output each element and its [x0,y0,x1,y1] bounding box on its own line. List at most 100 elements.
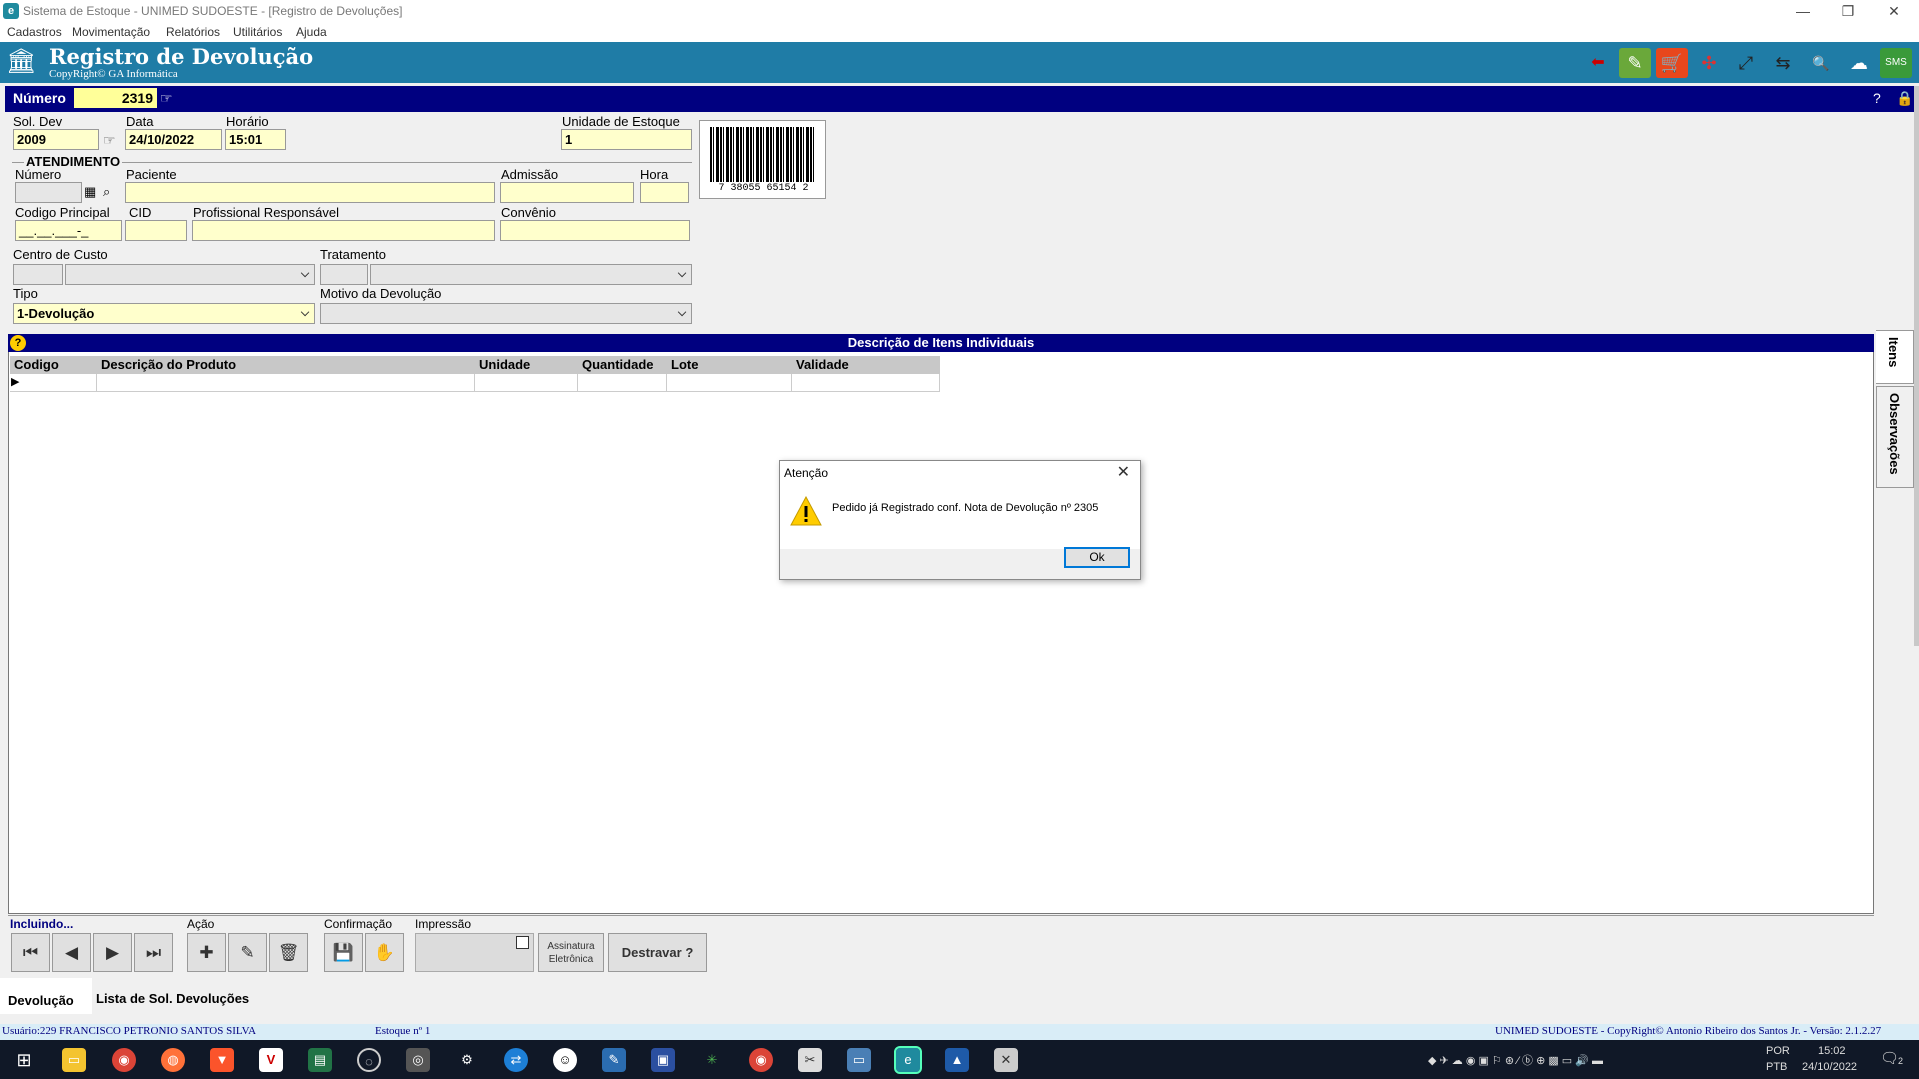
utility-icon[interactable]: ✕ [994,1048,1018,1072]
table-cell[interactable] [792,374,940,392]
cloud-icon[interactable]: ☁ [1843,48,1875,78]
brave-icon[interactable]: ▼ [210,1048,234,1072]
cid-field[interactable] [125,220,187,241]
menu-relatorios[interactable]: Relatórios [166,25,220,39]
chevron-down-icon[interactable]: ⌵ [297,266,313,283]
tipo-select[interactable]: 1-Devolução ⌵ [13,303,315,324]
edit-pencil-icon[interactable]: ✎ [228,933,267,972]
notes-icon[interactable]: ✎ [602,1048,626,1072]
table-cell[interactable] [667,374,792,392]
data-field[interactable]: 24/10/2022 [125,129,222,150]
app-face-icon[interactable]: ☺ [553,1048,577,1072]
convenio-field[interactable] [500,220,690,241]
stop-hand-icon[interactable]: ✋ [365,933,404,972]
search-person-icon[interactable]: ⌕ [103,184,110,200]
centro-custo-select[interactable]: ⌵ [65,264,315,285]
spreadsheet-icon[interactable]: ▤ [308,1048,332,1072]
menu-cadastros[interactable]: Cadastros [7,25,62,39]
tratamento-select[interactable]: ⌵ [370,264,692,285]
table-row[interactable]: ▶ [10,374,97,392]
expand-icon[interactable]: ⤢ [1730,48,1762,78]
restore-button[interactable]: ❐ [1828,0,1868,22]
chrome-profile-icon[interactable]: ◉ [749,1048,773,1072]
codigo-principal-field[interactable]: __.__.___-_ [15,220,122,241]
tab-devolucao[interactable]: Devolução [8,993,74,1008]
scrollbar[interactable] [1914,86,1919,646]
table-cell[interactable] [97,374,475,392]
close-button[interactable]: ✕ [1874,0,1914,22]
print-checkbox[interactable] [516,936,529,949]
lock-icon[interactable]: 🔒 [1896,90,1913,107]
network-tool-icon[interactable]: ⚙ [455,1048,479,1072]
first-record-icon[interactable]: ⏮ [11,933,50,972]
save-disk-icon[interactable]: 💾 [324,933,363,972]
lang-2[interactable]: PTB [1766,1061,1787,1073]
chevron-down-icon[interactable]: ⌵ [297,305,313,322]
pointing-hand-icon[interactable]: ☞ [160,90,173,107]
help-icon[interactable]: ? [10,335,26,351]
obs-icon[interactable]: ◌ [357,1048,381,1072]
centro-custo-code-field[interactable] [13,264,63,285]
menu-movimentacao[interactable]: Movimentação [72,25,150,39]
help-icon[interactable]: ? [1873,90,1881,106]
network-icon[interactable]: ✣ [1693,48,1725,78]
handshake-icon[interactable]: ⇆ [1767,48,1799,78]
menu-utilitarios[interactable]: Utilitários [233,25,282,39]
sol-dev-field[interactable]: 2009 [13,129,99,150]
ok-button[interactable]: Ok [1064,547,1130,568]
estoque-app-icon[interactable]: e [894,1046,922,1074]
last-record-icon[interactable]: ⏭ [134,933,173,972]
windows-start-icon[interactable]: ⊞ [12,1048,36,1072]
calendar-icon[interactable]: ▦ [84,184,96,200]
pointing-hand-icon[interactable]: ☞ [103,132,116,149]
tools-icon[interactable]: ✂ [798,1048,822,1072]
unidade-estoque-field[interactable]: 1 [561,129,692,150]
notification-icon[interactable]: 🗨 [1880,1049,1899,1067]
col-header-descricao[interactable]: Descrição do Produto [97,356,475,374]
monitor-icon[interactable]: ▭ [847,1048,871,1072]
cart-icon[interactable]: 🛒 [1656,48,1688,78]
add-record-icon[interactable]: ✚ [187,933,226,972]
items-grid[interactable] [8,334,1874,914]
col-header-unidade[interactable]: Unidade [475,356,578,374]
hora-field[interactable] [640,182,689,203]
firefox-icon[interactable]: ◍ [161,1048,185,1072]
clock-time[interactable]: 15:02 [1818,1045,1846,1057]
previous-record-icon[interactable]: ◀ [52,933,91,972]
teamviewer-icon[interactable]: ⇄ [504,1048,528,1072]
numero-field[interactable]: 2319 [74,88,157,108]
col-header-codigo[interactable]: Codigo [10,356,97,374]
col-header-validade[interactable]: Validade [792,356,940,374]
sms-icon[interactable]: SMS [1880,48,1912,78]
app-vc-icon[interactable]: V [259,1048,283,1072]
file-explorer-icon[interactable]: ▭ [62,1048,86,1072]
image-app-icon[interactable]: ▲ [945,1048,969,1072]
tray-icons[interactable]: ◆ ✈ ☁ ◉ ▣ ⚐ ⊛ ⁄ ⓑ ⊕ ▩ ▭ 🔊 ▬ [1428,1052,1603,1068]
close-icon[interactable]: ✕ [1117,462,1130,482]
app-blue-icon[interactable]: ▣ [651,1048,675,1072]
tab-lista-devolucoes[interactable]: Lista de Sol. Devoluções [96,991,249,1006]
horario-field[interactable]: 15:01 [225,129,286,150]
assinatura-eletronica-button[interactable]: Assinatura Eletrônica [538,933,604,972]
tab-observacoes[interactable]: Observações [1876,386,1914,488]
table-cell[interactable] [475,374,578,392]
destravar-button[interactable]: Destravar ? [608,933,707,972]
minimize-button[interactable]: — [1783,0,1823,22]
admissao-field[interactable] [500,182,634,203]
back-arrow-icon[interactable]: ⬅ [1582,48,1614,78]
document-check-icon[interactable]: ✎ [1619,48,1651,78]
search-icon[interactable]: 🔍 [1805,48,1837,78]
motivo-select[interactable]: ⌵ [320,303,692,324]
tratamento-code-field[interactable] [320,264,368,285]
col-header-quantidade[interactable]: Quantidade [578,356,667,374]
menu-ajuda[interactable]: Ajuda [296,25,327,39]
chevron-down-icon[interactable]: ⌵ [674,305,690,322]
trash-icon[interactable]: 🗑 [269,933,308,972]
chrome-icon[interactable]: ◉ [112,1048,136,1072]
clock-date[interactable]: 24/10/2022 [1802,1061,1857,1073]
paciente-field[interactable] [125,182,495,203]
tab-itens[interactable]: Itens [1876,330,1914,384]
slack-icon[interactable]: ✳ [700,1048,724,1072]
lang-1[interactable]: POR [1766,1045,1790,1057]
table-cell[interactable] [578,374,667,392]
